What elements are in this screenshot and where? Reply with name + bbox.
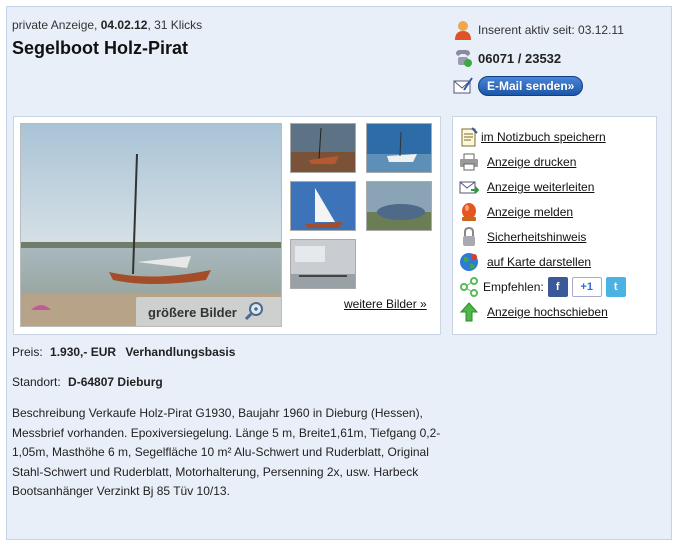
action-report[interactable]: Anzeige melden <box>459 201 573 223</box>
thumbnail[interactable] <box>366 123 432 173</box>
thumbnail[interactable] <box>366 181 432 231</box>
action-bump[interactable]: Anzeige hochschieben <box>459 301 608 323</box>
lock-icon <box>459 227 479 247</box>
price-row: Preis: 1.930,- EUR Verhandlungsbasis <box>12 345 235 359</box>
price-note: Verhandlungsbasis <box>125 345 236 359</box>
up-arrow-icon <box>459 302 479 322</box>
action-map[interactable]: auf Karte darstellen <box>459 251 591 273</box>
phone-number[interactable]: 06071 / 23532 <box>478 51 561 66</box>
thumbnail[interactable] <box>290 239 356 289</box>
listing-clicks: 31 Klicks <box>154 18 203 32</box>
user-icon <box>452 19 474 41</box>
location-label: Standort: <box>12 375 61 389</box>
recommend-label: Empfehlen: <box>483 280 544 294</box>
price-label: Preis: <box>12 345 43 359</box>
plusone-share-button[interactable]: +1 <box>571 277 602 297</box>
location-value: D-64807 Dieburg <box>68 375 163 389</box>
email-send-button[interactable]: E-Mail senden» <box>478 76 584 96</box>
listing-date: 04.02.12 <box>100 18 148 32</box>
more-images-link[interactable]: weitere Bilder » <box>344 297 427 311</box>
action-forward[interactable]: Anzeige weiterleiten <box>459 176 594 198</box>
share-icon <box>459 277 479 297</box>
facebook-share-button[interactable]: f <box>547 277 568 297</box>
bigger-images-label: größere Bilder <box>148 304 237 320</box>
description: Beschreibung Verkaufe Holz-Pirat G1930, … <box>12 406 441 498</box>
image-gallery: größere Bilder weitere Bilder » <box>13 116 441 335</box>
price-value: 1.930,- EUR <box>50 345 117 359</box>
main-image[interactable]: größere Bilder <box>20 123 282 327</box>
alert-light-icon <box>459 202 479 222</box>
location-row: Standort: D-64807 Dieburg <box>12 375 163 389</box>
action-security[interactable]: Sicherheitshinweis <box>459 226 586 248</box>
write-icon <box>452 75 474 97</box>
twitter-share-button[interactable]: t <box>605 277 626 297</box>
zoom-icon <box>244 301 265 324</box>
bigger-images-button[interactable]: größere Bilder <box>136 297 281 326</box>
action-recommend: Empfehlen: f +1 t <box>459 276 626 298</box>
action-print[interactable]: Anzeige drucken <box>459 151 576 173</box>
thumbnail[interactable] <box>290 181 356 231</box>
active-since: Inserent aktiv seit: 03.12.11 <box>478 23 624 37</box>
notepad-icon <box>459 127 479 147</box>
action-notebook[interactable]: im Notizbuch speichern <box>459 126 606 148</box>
page-title: Segelboot Holz-Pirat <box>12 38 189 58</box>
globe-icon <box>459 252 479 272</box>
printer-icon <box>459 152 479 172</box>
listing-type: private Anzeige, <box>12 18 98 32</box>
listing-meta: private Anzeige, 04.02.12, 31 Klicks <box>12 18 203 32</box>
phone-icon <box>452 47 474 69</box>
action-list: im Notizbuch speichern Anzeige drucken A… <box>452 116 657 335</box>
seller-box: Inserent aktiv seit: 03.12.11 06071 / 23… <box>452 16 667 100</box>
thumbnail[interactable] <box>290 123 356 173</box>
forward-mail-icon <box>459 177 479 197</box>
